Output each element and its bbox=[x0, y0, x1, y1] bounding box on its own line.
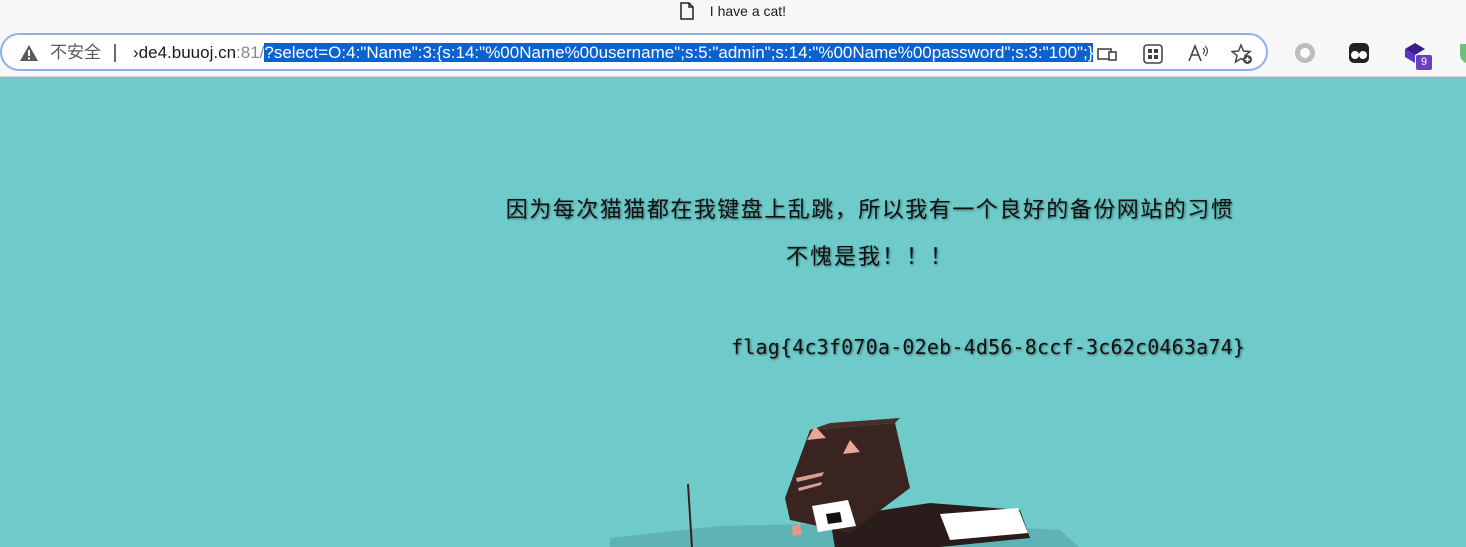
device-icon[interactable] bbox=[1096, 43, 1118, 65]
extension-badge: 9 bbox=[1416, 55, 1432, 70]
url-host: ›de4.buuoj.cn bbox=[133, 43, 237, 62]
apps-grid-icon[interactable] bbox=[1142, 43, 1164, 65]
url-port: :81/ bbox=[236, 43, 265, 62]
message-line-1: 因为每次猫猫都在我键盘上乱跳，所以我有一个良好的备份网站的习惯 bbox=[505, 198, 1235, 223]
url-text[interactable]: ›de4.buuoj.cn:81/?select=O:4:"Name":3:{s… bbox=[133, 42, 1094, 64]
warning-icon[interactable] bbox=[19, 44, 39, 62]
flag-text: flag{4c3f070a-02eb-4d56-8ccf-3c62c0463a7… bbox=[731, 335, 1246, 359]
add-favorite-icon[interactable] bbox=[1231, 43, 1253, 65]
tab[interactable]: I have a cat! bbox=[0, 0, 1466, 24]
browser-chrome: I have a cat! 不安全 ›de4.buuoj.cn:81/?sele… bbox=[0, 0, 1466, 77]
divider bbox=[114, 44, 116, 62]
cat-illustration bbox=[610, 418, 1079, 547]
tab-title: I have a cat! bbox=[709, 2, 787, 19]
document-icon bbox=[680, 2, 694, 20]
shield-extension-icon[interactable] bbox=[1456, 41, 1466, 65]
read-aloud-icon[interactable] bbox=[1187, 43, 1209, 65]
address-bar[interactable]: 不安全 ›de4.buuoj.cn:81/?select=O:4:"Name":… bbox=[0, 33, 1268, 71]
page-content: 因为每次猫猫都在我键盘上乱跳，所以我有一个良好的备份网站的习惯 不愧是我！！！ … bbox=[0, 78, 1466, 547]
url-query-selected: ?select=O:4:"Name":3:{s:14:"%00Name%00us… bbox=[264, 43, 1094, 62]
circle-extension-icon[interactable] bbox=[1293, 41, 1317, 65]
message-line-2: 不愧是我！！！ bbox=[785, 245, 954, 270]
tampermonkey-icon[interactable] bbox=[1347, 41, 1371, 65]
security-label[interactable]: 不安全 bbox=[50, 43, 101, 63]
